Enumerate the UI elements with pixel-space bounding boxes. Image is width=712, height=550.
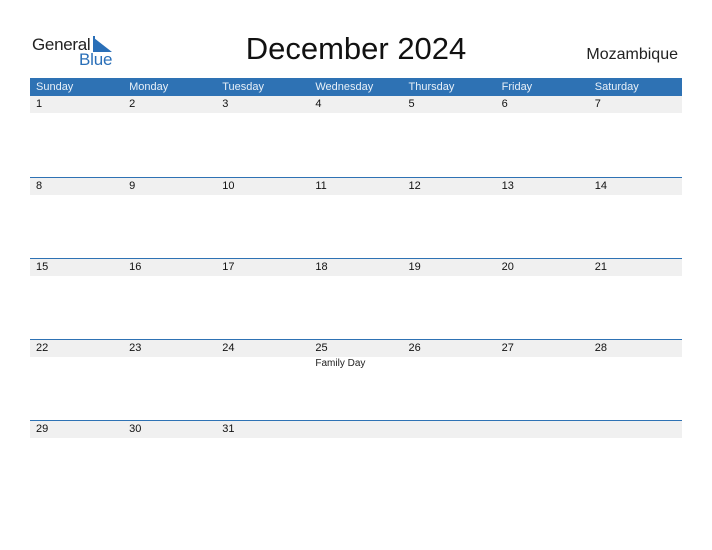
day-cell: 22 [30,340,123,357]
day-number: 9 [129,180,136,192]
day-cell: 6 [496,96,589,113]
calendar-grid: Sunday Monday Tuesday Wednesday Thursday… [30,78,682,501]
day-number: 17 [222,261,235,273]
day-cell [589,421,682,438]
day-number: 16 [129,261,142,273]
day-cell: 29 [30,421,123,438]
day-cell: 26 [403,340,496,357]
day-cell [403,421,496,438]
day-number: 8 [36,180,43,192]
day-number: 12 [408,180,421,192]
weekday-sunday: Sunday [36,81,74,93]
day-cell: 10 [216,178,309,195]
day-cell: 9 [123,178,216,195]
day-number: 13 [501,180,514,192]
day-cell: 27 [496,340,589,357]
day-number: 31 [222,423,235,435]
day-number: 10 [222,180,235,192]
day-number: 4 [315,98,322,110]
day-number: 24 [222,342,235,354]
day-cell: 14 [589,178,682,195]
week-row: 1 2 3 4 5 6 7 [30,96,682,177]
day-number: 21 [594,261,607,273]
day-number: 5 [408,98,415,110]
day-cell: 13 [496,178,589,195]
day-cell: 18 [309,259,402,276]
weekday-tuesday: Tuesday [222,81,265,93]
day-number: 18 [315,261,328,273]
week-row: 22 23 24 25 Family Day 26 27 28 [30,339,682,420]
day-number: 7 [594,98,601,110]
week-row: 8 9 10 11 12 13 14 [30,177,682,258]
weekday-thursday: Thursday [408,81,455,93]
day-number: 11 [315,180,327,192]
day-cell: 11 [309,178,402,195]
day-number: 28 [594,342,607,354]
day-number: 2 [129,98,136,110]
day-cell: 1 [30,96,123,113]
day-cell: 28 [589,340,682,357]
day-number: 19 [408,261,421,273]
day-cell: 4 [309,96,402,113]
day-number: 14 [594,180,607,192]
weekday-friday: Friday [501,81,533,93]
day-cell: 25 Family Day [309,340,402,369]
day-cell: 24 [216,340,309,357]
day-number: 6 [501,98,508,110]
day-number: 25 [315,342,328,354]
day-cell: 17 [216,259,309,276]
day-cell: 19 [403,259,496,276]
day-cell: 8 [30,178,123,195]
weekday-saturday: Saturday [594,81,639,93]
country-label: Mozambique [586,46,678,63]
day-number: 3 [222,98,229,110]
day-cell: 3 [216,96,309,113]
day-cell: 2 [123,96,216,113]
day-number: 22 [36,342,49,354]
day-cell: 16 [123,259,216,276]
day-cell: 15 [30,259,123,276]
day-cell: 23 [123,340,216,357]
day-cell [496,421,589,438]
day-cell: 5 [403,96,496,113]
weekday-monday: Monday [129,81,169,93]
day-number: 27 [501,342,514,354]
day-cell: 12 [403,178,496,195]
week-date-band: 8 9 10 11 12 13 14 [30,178,682,195]
day-number: 1 [36,98,43,110]
day-cell [309,421,402,438]
day-cell: 20 [496,259,589,276]
day-cell: 31 [216,421,309,438]
weekday-wednesday: Wednesday [315,81,374,93]
week-date-band: 15 16 17 18 19 20 21 [30,259,682,276]
week-row: 15 16 17 18 19 20 21 [30,258,682,339]
day-cell: 21 [589,259,682,276]
day-number: 26 [408,342,421,354]
day-number: 29 [36,423,49,435]
weekday-header: Sunday Monday Tuesday Wednesday Thursday… [30,78,682,96]
day-cell: 7 [589,96,682,113]
day-number: 30 [129,423,142,435]
day-cell: 30 [123,421,216,438]
week-date-band: 22 23 24 25 Family Day 26 27 28 [30,340,682,369]
week-date-band: 29 30 31 [30,421,682,438]
week-row: 29 30 31 [30,420,682,501]
day-number: 15 [36,261,49,273]
day-number: 20 [501,261,514,273]
week-date-band: 1 2 3 4 5 6 7 [30,96,682,113]
holiday-event: Family Day [315,358,366,369]
day-number: 23 [129,342,142,354]
